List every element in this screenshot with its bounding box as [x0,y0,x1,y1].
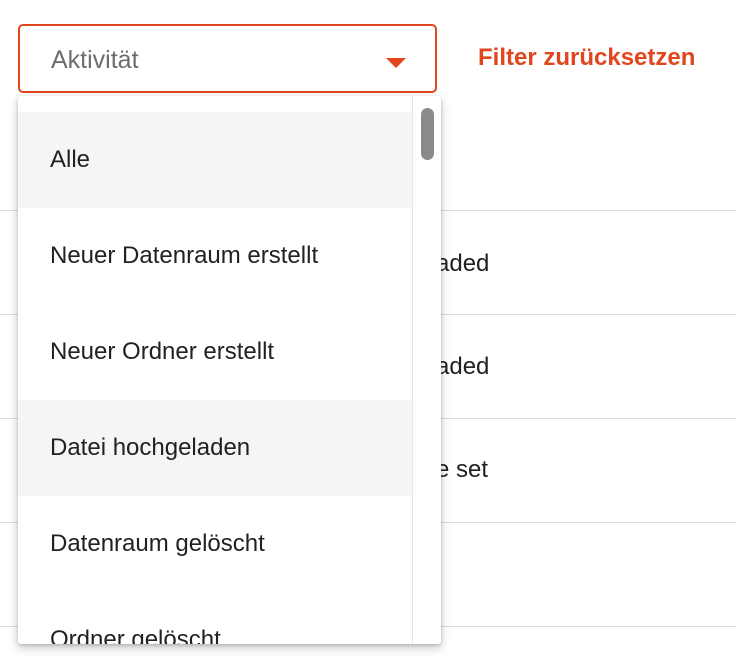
activity-select-value: Aktivität [51,46,139,74]
reset-filter-link[interactable]: Filter zurücksetzen [478,44,695,72]
dropdown-option-datei-hochgeladen[interactable]: Datei hochgeladen [18,400,412,496]
dropdown-option-list: Alle Neuer Datenraum erstellt Neuer Ordn… [18,112,412,644]
dropdown-option-ordner-geloescht[interactable]: Ordner gelöscht [18,592,412,644]
dropdown-scrollbar[interactable] [412,96,441,644]
activity-select[interactable]: Aktivität [18,24,437,93]
table-cell-activity: aded [436,250,490,277]
dropdown-option-neuer-ordner-erstellt[interactable]: Neuer Ordner erstellt [18,304,412,400]
dropdown-option-neuer-datenraum-erstellt[interactable]: Neuer Datenraum erstellt [18,208,412,304]
table-cell-activity: aded [436,353,490,380]
dropdown-option-alle[interactable]: Alle [18,112,412,208]
table-cell-activity: e set [436,456,489,483]
dropdown-option-datenraum-geloescht[interactable]: Datenraum gelöscht [18,496,412,592]
caret-down-icon [386,58,406,68]
activity-dropdown-menu: Alle Neuer Datenraum erstellt Neuer Ordn… [18,96,441,644]
scrollbar-thumb[interactable] [421,108,434,160]
